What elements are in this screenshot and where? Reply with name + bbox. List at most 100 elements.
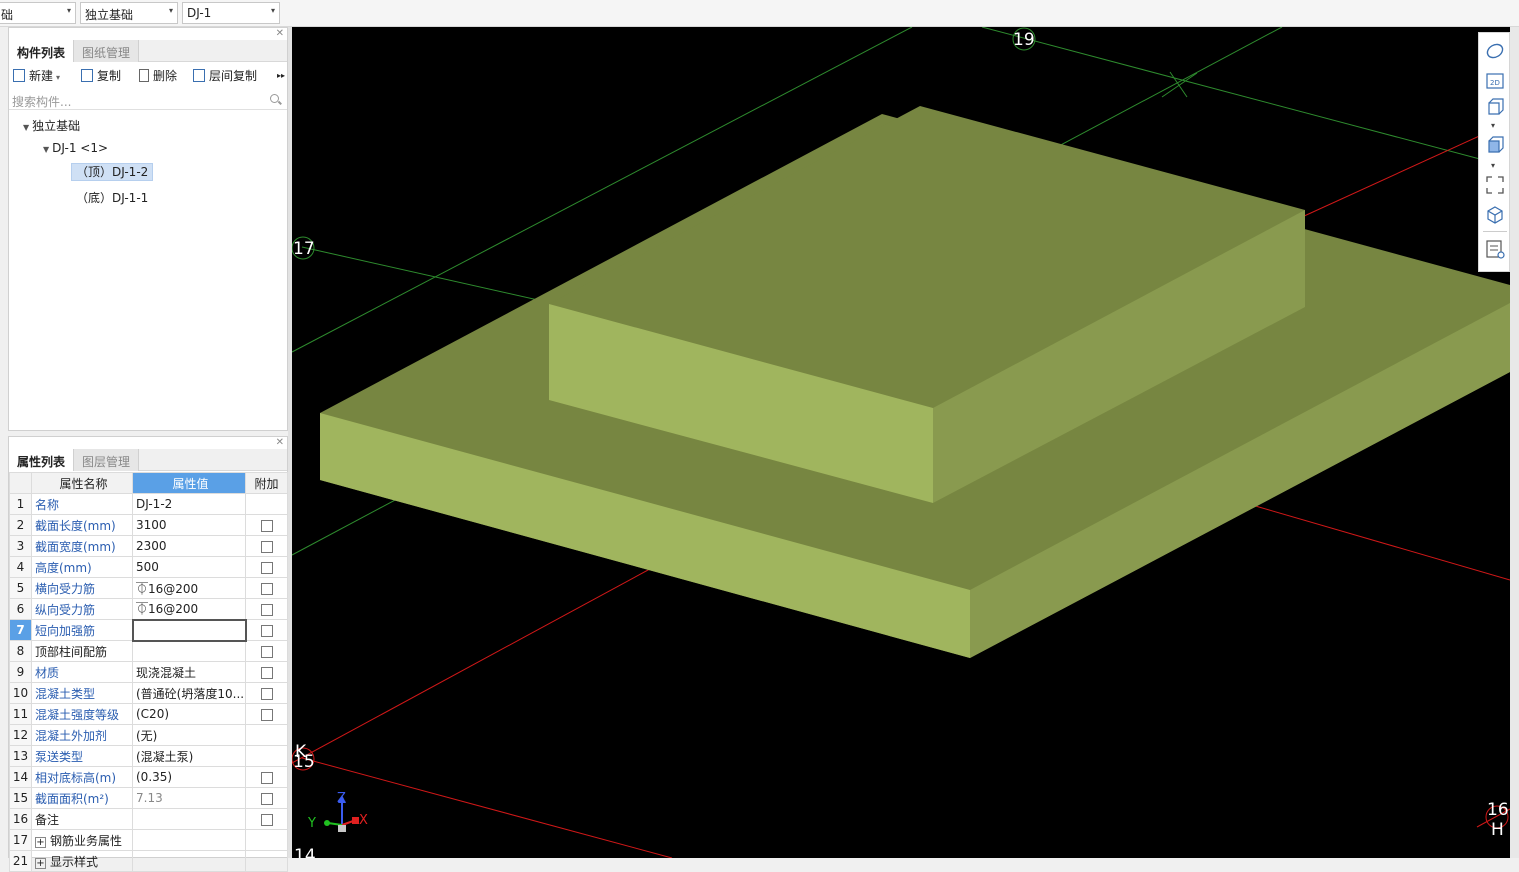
orbit-icon[interactable] xyxy=(1485,41,1505,61)
property-value-input[interactable] xyxy=(131,618,247,642)
property-row[interactable]: 13 泵送类型 (混凝土泵) xyxy=(9,745,288,767)
property-value[interactable]: (C20) xyxy=(132,703,246,725)
add-checkbox[interactable] xyxy=(260,645,273,658)
property-row[interactable]: 9 材质 现浇混凝土 xyxy=(9,661,288,683)
add-checkbox[interactable] xyxy=(260,666,273,679)
add-checkbox[interactable] xyxy=(260,603,273,616)
property-row[interactable]: 4 高度(mm) 500 xyxy=(9,556,288,578)
add-checkbox[interactable] xyxy=(260,771,273,784)
property-add-cell xyxy=(245,829,288,851)
property-add-cell xyxy=(245,514,288,536)
property-name-label: 横向受力筋 xyxy=(35,581,96,596)
add-checkbox[interactable] xyxy=(260,792,273,805)
right-splitter[interactable] xyxy=(1510,27,1519,858)
property-row[interactable]: 16 备注 xyxy=(9,808,288,830)
tab-layer-management[interactable]: 图层管理 xyxy=(74,449,140,471)
3d-view-icon[interactable] xyxy=(1485,97,1505,117)
property-value[interactable]: (无) xyxy=(132,724,246,746)
property-value[interactable] xyxy=(132,808,246,830)
property-row[interactable]: 14 相对底标高(m) (0.35) xyxy=(9,766,288,788)
2d-icon[interactable]: 2D xyxy=(1485,71,1505,91)
close-icon[interactable]: ✕ xyxy=(276,28,284,39)
tree-node-bottom-label: （底）DJ-1-1 xyxy=(76,191,149,205)
tree-node-dj1[interactable]: ▼ DJ-1 <1> xyxy=(43,141,108,155)
property-value[interactable] xyxy=(132,640,246,662)
floor-copy-button[interactable]: 层间复制 xyxy=(193,67,257,87)
property-row[interactable]: 11 混凝土强度等级 (C20) xyxy=(9,703,288,725)
property-value[interactable]: 2300 xyxy=(132,535,246,557)
property-row[interactable]: 2 截面长度(mm) 3100 xyxy=(9,514,288,536)
gizmo-x-label: X xyxy=(359,813,368,828)
expand-icon[interactable]: + xyxy=(35,836,46,848)
chevron-down-icon[interactable]: ▼ xyxy=(23,123,29,132)
add-checkbox[interactable] xyxy=(260,624,273,637)
property-row[interactable]: 21 + 显示样式 xyxy=(9,850,288,872)
3d-viewport[interactable]: 19 17 K 15 16 H 14 Z X Y xyxy=(292,27,1510,858)
close-icon[interactable]: ✕ xyxy=(276,437,284,448)
chevron-down-icon[interactable]: ▾ xyxy=(1491,161,1495,170)
property-name: 截面长度(mm) xyxy=(31,514,133,536)
property-add-cell xyxy=(245,808,288,830)
property-name: 截面面积(m²) xyxy=(31,787,133,809)
property-name-label: 材质 xyxy=(35,665,60,680)
property-value[interactable]: (0.35) xyxy=(132,766,246,788)
tree-node-root[interactable]: ▼ 独立基础 xyxy=(23,117,80,134)
property-value[interactable]: 现浇混凝土 xyxy=(132,661,246,683)
chevron-down-icon[interactable]: ▾ xyxy=(1491,121,1495,130)
property-row[interactable]: 12 混凝土外加剂 (无) xyxy=(9,724,288,746)
property-value[interactable] xyxy=(132,850,246,872)
tab-component-list[interactable]: 构件列表 xyxy=(9,40,75,62)
property-value[interactable]: ⏁16@200 xyxy=(132,598,246,620)
search-input[interactable]: 搜索构件... xyxy=(12,93,71,110)
property-row[interactable]: 10 混凝土类型 (普通砼(坍落度10... xyxy=(9,682,288,704)
3d-solid-icon[interactable] xyxy=(1485,135,1505,155)
property-row[interactable]: 3 截面宽度(mm) 2300 xyxy=(9,535,288,557)
property-value[interactable]: ⏁16@200 xyxy=(132,577,246,599)
chevron-down-icon[interactable]: ▼ xyxy=(43,145,49,154)
chevron-down-icon: ▾ xyxy=(168,6,173,15)
name-select[interactable]: DJ-1 ▾ xyxy=(182,2,280,24)
axis-gizmo: Z X Y xyxy=(307,791,368,832)
category-select[interactable]: 础 ▾ xyxy=(0,2,76,24)
add-checkbox[interactable] xyxy=(260,561,273,574)
delete-button[interactable]: 删除 xyxy=(139,67,177,87)
add-checkbox[interactable] xyxy=(260,708,273,721)
property-value[interactable]: 3100 xyxy=(132,514,246,536)
new-button[interactable]: 新建 ▾ xyxy=(13,67,60,87)
property-value[interactable]: 500 xyxy=(132,556,246,578)
property-row[interactable]: 15 截面面积(m²) 7.13 xyxy=(9,787,288,809)
tree-node-top[interactable]: （顶）DJ-1-2 xyxy=(71,163,154,181)
tab-drawing-management[interactable]: 图纸管理 xyxy=(74,40,140,62)
fullscreen-icon[interactable] xyxy=(1485,175,1505,195)
copy-button[interactable]: 复制 xyxy=(81,67,121,87)
grid-line xyxy=(1251,504,1510,581)
tree-node-bottom[interactable]: （底）DJ-1-1 xyxy=(76,189,148,206)
tab-property-list[interactable]: 属性列表 xyxy=(9,449,75,471)
search-icon[interactable] xyxy=(270,94,279,103)
property-row[interactable]: 5 横向受力筋 ⏁16@200 xyxy=(9,577,288,599)
property-row[interactable]: 7 短向加强筋 xyxy=(9,618,288,642)
cube-view-icon[interactable] xyxy=(1485,205,1505,225)
add-checkbox[interactable] xyxy=(260,519,273,532)
property-add-cell xyxy=(245,745,288,767)
expand-icon[interactable]: + xyxy=(35,857,46,869)
type-select[interactable]: 独立基础 ▾ xyxy=(80,2,178,24)
property-value[interactable] xyxy=(132,829,246,851)
property-row[interactable]: 8 顶部柱间配筋 xyxy=(9,640,288,662)
property-row[interactable]: 1 名称 DJ-1-2 xyxy=(9,493,288,515)
property-value[interactable]: (普通砼(坍落度10... xyxy=(132,682,246,704)
component-search[interactable]: 搜索构件... xyxy=(9,90,287,110)
property-row[interactable]: 17 + 钢筋业务属性 xyxy=(9,829,288,851)
properties-view-icon[interactable] xyxy=(1485,239,1505,259)
add-checkbox[interactable] xyxy=(260,540,273,553)
grid-line xyxy=(301,757,673,858)
property-value[interactable]: (混凝土泵) xyxy=(132,745,246,767)
property-value[interactable]: 7.13 xyxy=(132,787,246,809)
more-tools-icon[interactable]: ▸▸ xyxy=(277,71,285,91)
add-checkbox[interactable] xyxy=(260,687,273,700)
axis-bubble-17: 17 xyxy=(292,236,315,260)
add-checkbox[interactable] xyxy=(260,582,273,595)
property-row[interactable]: 6 纵向受力筋 ⏁16@200 xyxy=(9,598,288,620)
add-checkbox[interactable] xyxy=(260,813,273,826)
property-value[interactable]: DJ-1-2 xyxy=(132,493,246,515)
